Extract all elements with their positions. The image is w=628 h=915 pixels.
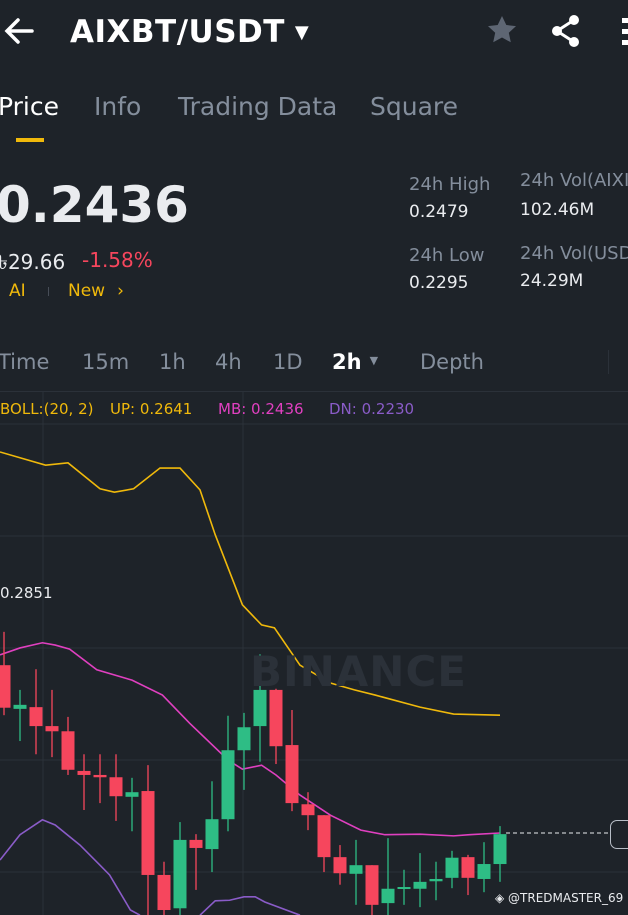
candle-body [333, 857, 347, 874]
candle-body [189, 839, 203, 848]
candle-body [477, 864, 491, 879]
candle-body [301, 804, 315, 816]
boll-dn: DN: 0.2230 [329, 400, 415, 418]
candle-body [461, 857, 475, 878]
candle-body [365, 865, 379, 905]
credit-text: @TREDMASTER_69 [508, 891, 624, 905]
candle-body [13, 704, 27, 709]
candle-body [397, 887, 411, 890]
candle-body [0, 665, 11, 708]
candle-body [205, 819, 219, 850]
candle-body [285, 745, 299, 804]
candle-body [317, 815, 331, 858]
candle-body [45, 726, 59, 732]
candle-body [349, 865, 363, 874]
candle-body [61, 731, 75, 770]
candle-body [93, 774, 107, 778]
candle-body [109, 777, 123, 797]
max-price-label: 0.2851 [0, 584, 53, 602]
candle-body [141, 791, 155, 875]
candle-body [413, 881, 427, 889]
candle-body [445, 857, 459, 878]
candle-body [237, 727, 251, 751]
boll-dn-line [0, 818, 141, 915]
candle-body [173, 839, 187, 909]
boll-mb: MB: 0.2436 [218, 400, 304, 418]
candle-body [125, 792, 139, 797]
candle-body [493, 834, 507, 865]
credit: ◈ @TREDMASTER_69 [495, 891, 623, 905]
boll-dn-line [199, 895, 301, 915]
candle-body [269, 689, 283, 747]
candle-body [381, 888, 395, 904]
candle-body [429, 878, 443, 882]
candle-body [221, 750, 235, 820]
candle-body [29, 707, 43, 727]
candle-body [157, 874, 171, 911]
boll-label: BOLL:(20, 2) [0, 400, 94, 418]
binance-logo-icon: ◈ [495, 891, 509, 905]
binance-watermark: BINANCE [250, 647, 467, 696]
boll-up: UP: 0.2641 [110, 400, 193, 418]
candle-body [77, 770, 91, 775]
last-price-tag[interactable] [610, 820, 628, 849]
candlestick-chart[interactable] [0, 0, 628, 915]
